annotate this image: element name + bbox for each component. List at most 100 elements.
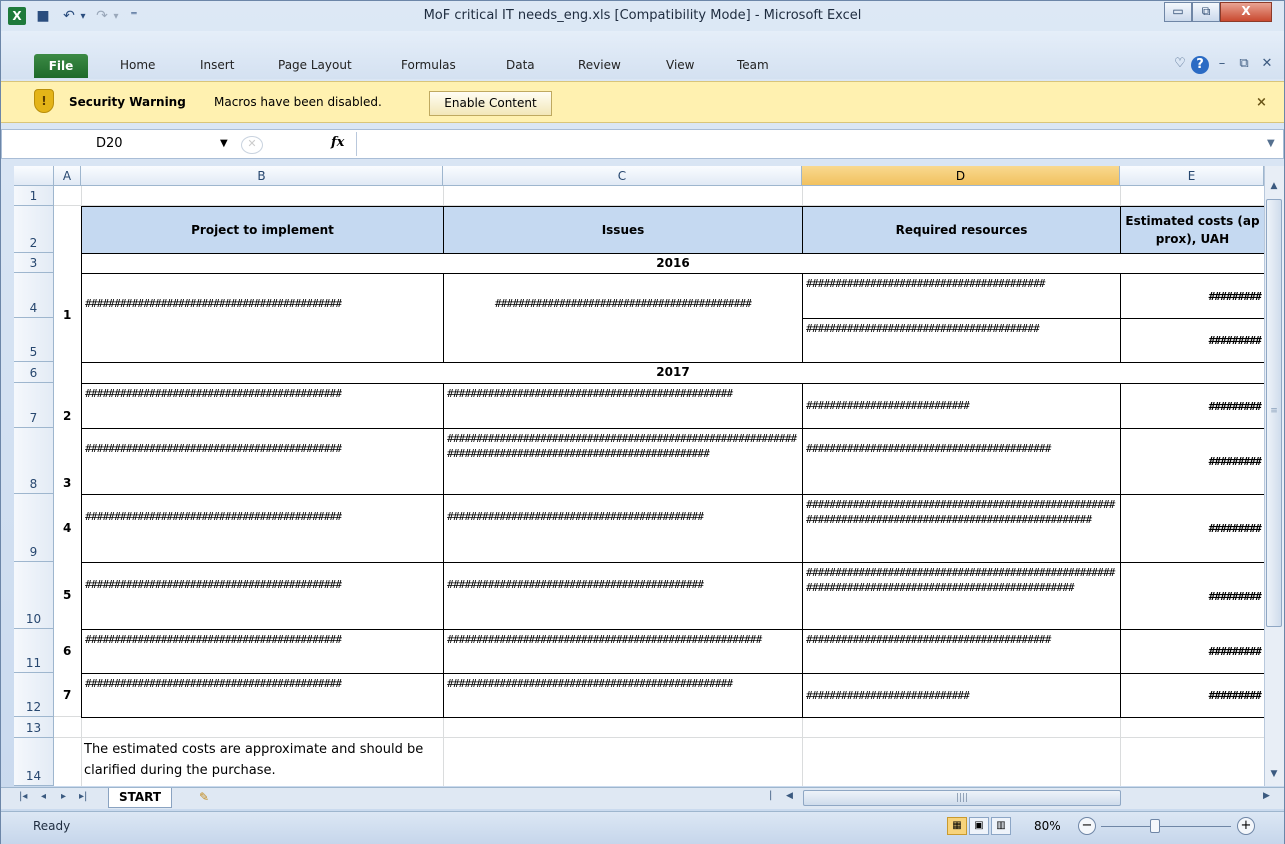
enable-content-button[interactable]: Enable Content [429,91,552,116]
zoom-slider-knob[interactable] [1150,819,1160,833]
zoom-out-icon[interactable]: − [1078,817,1096,835]
resources-cell[interactable]: ########################################… [802,494,1121,563]
year-2016-label[interactable]: 2016 [81,253,1264,274]
row-header[interactable]: 5 [14,318,54,362]
row-header[interactable]: 13 [14,717,54,738]
column-header-a[interactable]: A [54,166,81,186]
cost-cell[interactable]: ######### [1120,629,1264,674]
workbook-close-icon[interactable]: ✕ [1259,56,1275,74]
last-sheet-icon[interactable]: ▸| [79,791,87,802]
scroll-down-icon[interactable]: ▼ [1264,769,1284,779]
resources-cell[interactable]: ############################ [802,383,1121,429]
workbook-restore-icon[interactable]: ⧉ [1236,56,1252,74]
header-project[interactable]: Project to implement [81,206,444,254]
horizontal-scroll-thumb[interactable]: |||| [803,790,1121,806]
issues-cell[interactable]: ########################################… [443,629,803,674]
resources-cell[interactable]: ######################################## [802,318,1121,363]
project-cell[interactable]: ########################################… [81,273,444,363]
row-header[interactable]: 6 [14,362,54,383]
row-header[interactable]: 11 [14,629,54,673]
header-issues[interactable]: Issues [443,206,803,254]
formula-input[interactable] [363,132,1258,156]
cost-cell[interactable]: ######### [1120,562,1264,630]
year-2017-label[interactable]: 2017 [81,362,1264,384]
next-sheet-icon[interactable]: ▸ [61,791,66,802]
project-cell[interactable]: ########################################… [81,673,444,718]
row-header[interactable]: 10 [14,562,54,629]
issues-cell[interactable]: ########################################… [443,428,803,495]
header-costs[interactable]: Estimated costs (approx), UAH [1120,206,1264,254]
favorite-icon[interactable]: ♡ [1172,56,1188,74]
sheet-tab-start[interactable]: START [108,788,173,808]
cost-cell[interactable]: ######### [1120,318,1264,363]
row-header[interactable]: 7 [14,383,54,428]
minimize-button[interactable]: ▭ [1164,2,1192,22]
header-resources[interactable]: Required resources [802,206,1121,254]
issues-cell[interactable]: ########################################… [443,383,803,429]
column-header-b[interactable]: B [81,166,443,186]
resources-cell[interactable]: ########################################… [802,629,1121,674]
row-header[interactable]: 1 [14,186,54,206]
project-cell[interactable]: ########################################… [81,383,444,429]
row-header[interactable]: 3 [14,253,54,273]
security-bar-close-icon[interactable]: × [1256,95,1267,110]
tab-file[interactable]: File [34,54,88,78]
worksheet-grid[interactable]: A B C D E 1 2 3 4 5 6 7 8 9 10 11 12 13 … [14,166,1264,786]
row-header[interactable]: 4 [14,273,54,318]
resources-cell[interactable]: ########################################… [802,428,1121,495]
tab-page-layout[interactable]: Page Layout [278,58,352,72]
column-header-d[interactable]: D [802,166,1120,186]
tab-insert[interactable]: Insert [200,58,234,72]
project-cell[interactable]: ########################################… [81,629,444,674]
restore-button[interactable]: ⧉ [1192,2,1220,22]
prev-sheet-icon[interactable]: ◂ [41,791,46,802]
row-header[interactable]: 14 [14,738,54,786]
first-sheet-icon[interactable]: |◂ [19,791,27,802]
issues-cell[interactable]: ########################################… [443,273,803,363]
select-all-corner[interactable] [14,166,54,186]
cost-cell[interactable]: ######### [1120,494,1264,563]
column-header-c[interactable]: C [443,166,802,186]
page-break-view-icon[interactable]: ▥ [991,817,1011,835]
row-header[interactable]: 2 [14,206,54,253]
tab-view[interactable]: View [666,58,694,72]
tab-home[interactable]: Home [120,58,155,72]
tab-split-icon[interactable]: | [769,790,772,801]
cost-cell[interactable]: ######### [1120,673,1264,718]
resources-cell[interactable]: ########################################… [802,562,1121,630]
scroll-left-icon[interactable]: ◀ [786,791,793,801]
cost-cell[interactable]: ######### [1120,383,1264,429]
tab-team[interactable]: Team [737,58,769,72]
name-box-dropdown-icon[interactable]: ▼ [220,138,228,149]
project-cell[interactable]: ########################################… [81,494,444,563]
normal-view-icon[interactable]: ▦ [947,817,967,835]
insert-function-icon[interactable]: fx [331,135,344,150]
name-box[interactable]: D20 [96,136,123,151]
resources-cell[interactable]: ########################################… [802,273,1121,319]
cost-cell[interactable]: ######### [1120,273,1264,319]
row-header[interactable]: 12 [14,673,54,717]
insert-sheet-icon[interactable]: ✎ [199,790,209,804]
issues-cell[interactable]: ########################################… [443,494,803,563]
formula-expand-icon[interactable]: ▼ [1267,138,1275,149]
zoom-level[interactable]: 80% [1034,819,1061,833]
tab-review[interactable]: Review [578,58,621,72]
issues-cell[interactable]: ########################################… [443,673,803,718]
row-header[interactable]: 8 [14,428,54,494]
column-header-e[interactable]: E [1120,166,1264,186]
issues-cell[interactable]: ########################################… [443,562,803,630]
scroll-up-icon[interactable]: ▲ [1264,181,1284,191]
project-cell[interactable]: ########################################… [81,562,444,630]
note-text[interactable]: The estimated costs are approximate and … [84,739,424,781]
zoom-in-icon[interactable]: + [1237,817,1255,835]
tab-data[interactable]: Data [506,58,535,72]
close-button[interactable]: X [1220,2,1272,22]
zoom-slider-track[interactable] [1101,826,1231,827]
tab-formulas[interactable]: Formulas [401,58,456,72]
project-cell[interactable]: ########################################… [81,428,444,495]
scroll-right-icon[interactable]: ▶ [1263,791,1270,801]
resources-cell[interactable]: ############################ [802,673,1121,718]
page-layout-view-icon[interactable]: ▣ [969,817,989,835]
row-header[interactable]: 9 [14,494,54,562]
ribbon-minimize-icon[interactable]: – [1214,56,1230,74]
